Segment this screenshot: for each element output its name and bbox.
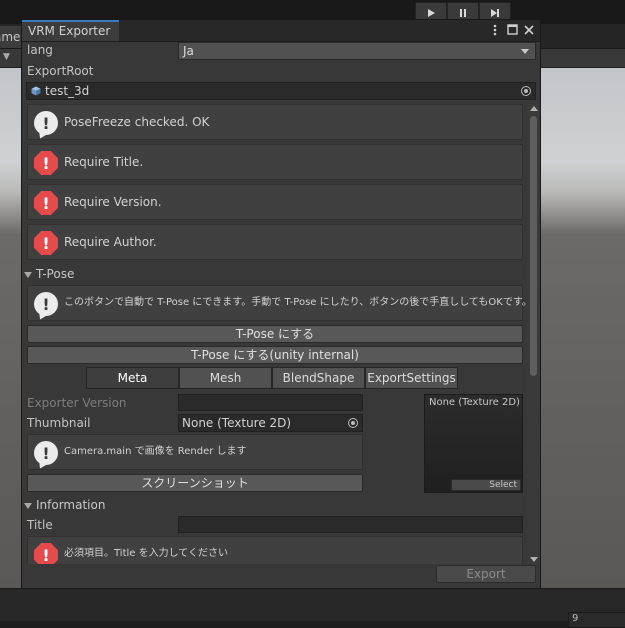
- message-text: Require Author.: [64, 235, 157, 249]
- tab-mesh[interactable]: Mesh: [179, 367, 272, 389]
- tab-exportsettings[interactable]: ExportSettings: [365, 367, 458, 389]
- thumbnail-help-text: Camera.main で画像を Render します: [64, 446, 247, 457]
- tpose-button[interactable]: T-Pose にする: [27, 325, 523, 343]
- vertical-scrollbar[interactable]: [527, 104, 540, 564]
- play-icon: [428, 9, 435, 17]
- screenshot-button[interactable]: スクリーンショット: [27, 474, 363, 492]
- tpose-unity-internal-button[interactable]: T-Pose にする(unity internal): [27, 346, 523, 364]
- title-field[interactable]: [178, 516, 523, 533]
- object-picker-icon[interactable]: [521, 86, 531, 96]
- settings-tabs: Meta Mesh BlendShape ExportSettings: [86, 367, 458, 389]
- maximize-icon[interactable]: [506, 22, 518, 37]
- message-text: Require Version.: [64, 195, 162, 209]
- foldout-arrow-icon: [24, 502, 32, 509]
- message-text: Require Title.: [64, 155, 144, 169]
- export-button[interactable]: Export: [436, 565, 536, 583]
- dropdown-arrow-icon[interactable]: ▼: [3, 52, 10, 62]
- vrm-exporter-window: VRM Exporter lang Ja ExportRoot test_3d: [21, 19, 541, 589]
- tpose-foldout[interactable]: T-Pose: [24, 267, 74, 281]
- chevron-down-icon: [521, 49, 529, 54]
- object-picker-icon[interactable]: [348, 418, 358, 428]
- exporter-version-label: Exporter Version: [27, 396, 127, 410]
- exporter-version-field: [178, 394, 363, 411]
- scroll-down-icon[interactable]: [530, 557, 538, 562]
- error-icon: !: [34, 543, 58, 564]
- preview-select-button[interactable]: Select: [451, 479, 521, 491]
- step-icon: [491, 9, 499, 17]
- info-speech-icon: !: [34, 292, 58, 316]
- message-require-version: ! Require Version.: [27, 184, 523, 220]
- information-foldout-label: Information: [36, 498, 106, 512]
- message-text: PoseFreeze checked. OK: [64, 115, 210, 129]
- window-controls: [489, 22, 535, 37]
- message-posefreeze: ! PoseFreeze checked. OK: [27, 104, 523, 140]
- title-error: ! 必須項目。Title を入力してください: [27, 536, 523, 564]
- thumbnail-preview[interactable]: None (Texture 2D) Select: [424, 394, 523, 493]
- title-label: Title: [27, 518, 53, 532]
- editor-bottom-panel: [0, 588, 625, 621]
- export-root-field[interactable]: test_3d: [26, 82, 536, 100]
- game-view-tab[interactable]: ame: [0, 26, 22, 48]
- scrollbar-thumb[interactable]: [530, 116, 537, 376]
- tab-blendshape[interactable]: BlendShape: [272, 367, 365, 389]
- more-icon[interactable]: [489, 22, 501, 37]
- bottom-value-field[interactable]: 9: [568, 612, 625, 628]
- error-icon: !: [34, 191, 58, 215]
- thumbnail-help: ! Camera.main で画像を Render します: [27, 434, 363, 470]
- window-titlebar: VRM Exporter: [22, 20, 540, 42]
- preview-title: None (Texture 2D): [429, 397, 520, 408]
- thumbnail-value: None (Texture 2D): [182, 416, 292, 430]
- prefab-cube-icon: [31, 86, 41, 96]
- export-root-label: ExportRoot: [27, 64, 94, 78]
- lang-label: lang: [27, 43, 53, 57]
- title-error-text: 必須項目。Title を入力してください: [64, 548, 229, 559]
- tpose-help-text: このボタンで自動で T-Pose にできます。手動で T-Pose にしたり、ボ…: [64, 297, 527, 308]
- window-tab[interactable]: VRM Exporter: [22, 20, 119, 41]
- scroll-up-icon[interactable]: [530, 106, 538, 111]
- thumbnail-label: Thumbnail: [27, 416, 91, 430]
- lang-dropdown[interactable]: Ja: [178, 42, 536, 60]
- tab-meta[interactable]: Meta: [86, 367, 179, 389]
- scroll-content: ! PoseFreeze checked. OK ! Require Title…: [22, 104, 527, 564]
- close-icon[interactable]: [523, 22, 535, 37]
- message-require-author: ! Require Author.: [27, 224, 523, 260]
- message-require-title: ! Require Title.: [27, 144, 523, 180]
- info-speech-icon: !: [34, 111, 58, 135]
- error-icon: !: [34, 151, 58, 175]
- pause-icon: [460, 9, 466, 17]
- tpose-foldout-label: T-Pose: [36, 267, 75, 281]
- error-icon: !: [34, 231, 58, 255]
- foldout-arrow-icon: [24, 271, 32, 278]
- lang-value: Ja: [183, 44, 194, 58]
- export-root-value: test_3d: [45, 84, 90, 98]
- info-speech-icon: !: [34, 441, 58, 465]
- tpose-help: ! このボタンで自動で T-Pose にできます。手動で T-Pose にしたり…: [27, 285, 527, 321]
- information-foldout[interactable]: Information: [24, 498, 105, 512]
- thumbnail-field[interactable]: None (Texture 2D): [178, 414, 363, 432]
